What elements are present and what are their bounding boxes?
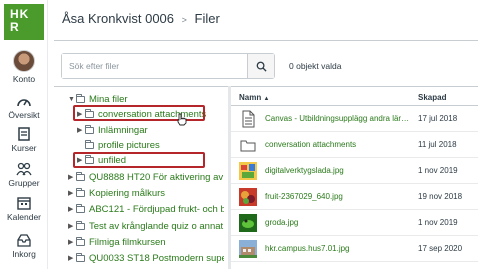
file-name-link[interactable]: conversation attachments [265,140,413,149]
groups-icon [16,162,32,176]
file-created-date: 17 sep 2020 [418,244,463,253]
search-input[interactable] [62,54,247,78]
selection-count: 0 objekt valda [289,61,342,71]
tree-item-my-files[interactable]: ▼ Mina filer [68,92,128,106]
tree-item-course[interactable]: ▶ Test av krånglande quiz o annat [68,219,223,233]
breadcrumb: Åsa Kronkvist 0006 > Filer [62,11,220,26]
tree-item-course[interactable]: ▶ Filmiga filmkursen [68,235,166,249]
collapsed-triangle-icon: ▶ [68,190,74,197]
breadcrumb-current: Filer [194,11,220,26]
search-bar [61,53,275,79]
table-row[interactable]: Canvas - Utbildningsupplägg andra lärosä… [231,106,478,132]
tree-item-course[interactable]: ▶ Kopiering målkurs [68,186,165,200]
folder-icon [76,171,85,181]
file-created-date: 1 nov 2019 [418,166,458,175]
folder-icon [76,236,85,246]
header-divider [54,40,478,41]
folder-icon [240,140,256,152]
collapsed-triangle-icon: ▶ [68,206,74,213]
folder-icon [85,124,94,134]
global-nav: HK R Konto Översikt Kurser Grupper Kalen… [0,0,48,269]
tree-item-course[interactable]: ▶ QU8888 HT20 För aktivering av s [68,170,224,184]
table-row[interactable]: conversation attachments 11 jul 2018 [231,132,478,158]
image-thumbnail [239,240,257,258]
image-thumbnail [239,214,257,232]
collapsed-triangle-icon: ▶ [77,127,83,134]
file-created-date: 11 jul 2018 [418,140,457,149]
column-header-created[interactable]: Skapad [418,93,446,102]
table-row[interactable]: groda.jpg 1 nov 2019 [231,210,478,236]
folder-icon [76,93,85,103]
collapsed-triangle-icon: ▶ [68,239,74,246]
file-name-link[interactable]: digitalverktygslada.jpg [265,166,413,175]
folder-icon [76,252,85,262]
folder-icon [85,139,94,149]
highlight-box [73,152,205,168]
file-name-link[interactable]: groda.jpg [265,218,413,227]
collapsed-triangle-icon: ▶ [68,223,74,230]
toolbar-divider [54,86,478,87]
files-table-header: Namn ▲ Skapad [231,88,478,106]
expanded-triangle-icon: ▼ [68,95,75,103]
avatar [13,50,35,72]
file-name-link[interactable]: fruit-2367029_640.jpg [265,192,413,201]
file-name-link[interactable]: Canvas - Utbildningsupplägg andra lärosä… [265,114,413,123]
tree-item-course[interactable]: ▶ QU0033 ST18 Postmodern super [68,251,224,265]
table-row[interactable]: fruit-2367029_640.jpg 19 nov 2018 [231,184,478,210]
tree-item-profile-pictures[interactable]: profile pictures [85,138,160,152]
dashboard-icon [17,99,31,107]
hkr-logo[interactable]: HK R [4,4,44,40]
file-created-date: 17 jul 2018 [418,114,458,123]
image-thumbnail [239,162,257,180]
table-row[interactable]: hkr.campus.hus7.01.jpg 17 sep 2020 [231,236,478,262]
nav-inbox[interactable]: Inkorg [0,233,48,259]
hand-cursor-icon [177,113,187,126]
search-button[interactable] [247,54,274,78]
breadcrumb-user[interactable]: Åsa Kronkvist 0006 [62,11,174,26]
tree-item-course[interactable]: ▶ ABC121 - Fördjupad frukt- och ba [68,202,224,216]
breadcrumb-separator: > [181,15,187,25]
file-created-date: 1 nov 2019 [418,218,458,227]
nav-dashboard[interactable]: Översikt [0,94,48,120]
folder-icon [76,220,85,230]
column-header-name[interactable]: Namn ▲ [239,93,269,102]
folder-icon [76,187,85,197]
nav-account[interactable]: Konto [0,50,48,84]
inbox-icon [17,234,31,247]
search-icon [256,61,267,72]
table-row[interactable]: digitalverktygslada.jpg 1 nov 2019 [231,158,478,184]
image-thumbnail [239,188,257,206]
folder-icon [76,203,85,213]
file-created-date: 19 nov 2018 [418,192,463,201]
courses-icon [18,127,30,141]
file-name-link[interactable]: hkr.campus.hus7.01.jpg [265,244,413,253]
nav-calendar[interactable]: Kalender [0,196,48,222]
nav-groups[interactable]: Grupper [0,162,48,188]
sort-ascending-icon: ▲ [263,96,270,102]
collapsed-triangle-icon: ▶ [68,255,74,262]
document-icon [242,110,255,128]
tree-item-inlamningar[interactable]: ▶ Inlämningar [77,123,148,137]
nav-courses[interactable]: Kurser [0,127,48,153]
calendar-icon [17,197,31,210]
collapsed-triangle-icon: ▶ [68,174,74,181]
